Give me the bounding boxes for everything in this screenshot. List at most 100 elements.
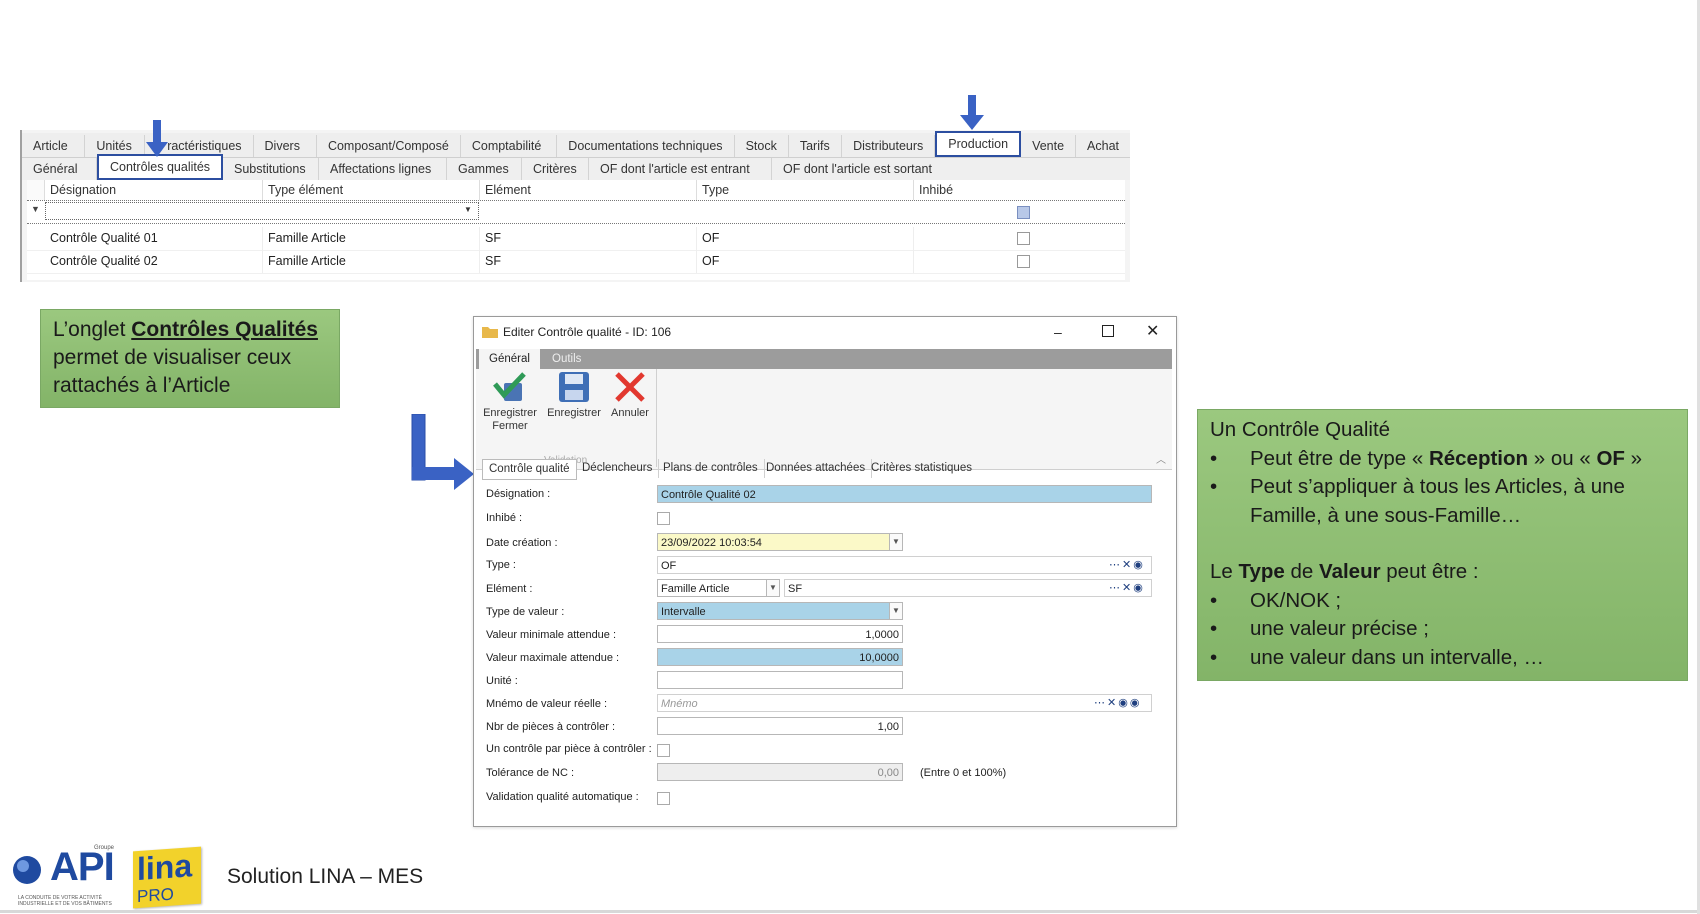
label-unite: Unité : xyxy=(486,675,518,687)
cancel-button[interactable]: Annuler xyxy=(606,371,654,420)
minimize-button[interactable]: – xyxy=(1054,317,1062,347)
tab-production[interactable]: Production xyxy=(935,131,1022,157)
validation-auto-checkbox[interactable] xyxy=(657,792,670,805)
dialog-tabs: Contrôle qualité Déclencheurs Plans de c… xyxy=(482,459,1172,480)
arrow-down-icon xyxy=(146,120,168,157)
element-field-controls[interactable]: ⋯✕◉ xyxy=(1109,581,1145,594)
cell-designation: Contrôle Qualité 02 xyxy=(45,250,263,273)
label-designation: Désignation : xyxy=(486,488,551,500)
note-left-prefix: L’onglet xyxy=(53,318,132,341)
tab-comptabilite[interactable]: Comptabilité xyxy=(461,135,558,157)
element-field[interactable]: SF xyxy=(784,579,1152,597)
note-controle-qualite-types: Un Contrôle Qualité Peut être de type « … xyxy=(1197,409,1688,681)
close-button[interactable]: ✕ xyxy=(1146,317,1159,347)
ribbon-tab-general[interactable]: Général xyxy=(479,349,540,369)
chevron-down-icon[interactable]: ▼ xyxy=(464,205,472,214)
lina-pro-logo: lina PRO xyxy=(133,846,201,909)
subtab-substitutions[interactable]: Substitutions xyxy=(223,158,319,180)
mnemo-field[interactable]: Mnémo xyxy=(657,694,1152,712)
tab-documentations-techniques[interactable]: Documentations techniques xyxy=(557,135,735,157)
ribbon-tab-outils[interactable]: Outils xyxy=(542,349,591,369)
tab-vente[interactable]: Vente xyxy=(1021,135,1077,157)
note-right-item: une valeur précise ; xyxy=(1210,615,1675,644)
unite-field[interactable] xyxy=(657,671,903,689)
mnemo-field-controls[interactable]: ⋯✕◉◉ xyxy=(1094,696,1141,709)
chevron-down-icon[interactable]: ▼ xyxy=(766,580,779,596)
designation-field[interactable]: Contrôle Qualité 02 xyxy=(657,485,1152,503)
logo-groupe-text: Groupe xyxy=(94,845,115,851)
valeur-minimale-field[interactable]: 1,0000 xyxy=(657,625,903,643)
save-close-icon xyxy=(493,372,526,401)
label-type-de-valeur: Type de valeur : xyxy=(486,606,565,618)
globe-icon xyxy=(13,856,41,884)
subtab-criteres[interactable]: Critères xyxy=(522,158,589,180)
column-header-designation[interactable]: Désignation xyxy=(45,180,263,200)
tab-stock[interactable]: Stock xyxy=(735,135,789,157)
inhibe-checkbox[interactable] xyxy=(657,512,670,525)
folder-icon xyxy=(482,327,498,338)
cell-type: OF xyxy=(697,227,914,250)
subtab-of-entrant[interactable]: OF dont l'article est entrant xyxy=(589,158,772,180)
tab-distributeurs[interactable]: Distributeurs xyxy=(842,135,936,157)
maximize-button[interactable] xyxy=(1102,325,1114,337)
date-creation-field[interactable]: 23/09/2022 10:03:54 ▼ xyxy=(657,533,903,551)
table-row[interactable]: Contrôle Qualité 01 Famille Article SF O… xyxy=(27,227,1125,251)
chevron-down-icon[interactable]: ▼ xyxy=(889,603,902,619)
cell-element: SF xyxy=(480,227,697,250)
filter-inhibe-checkbox[interactable] xyxy=(1017,206,1030,219)
column-header-inhibe[interactable]: Inhibé xyxy=(914,180,1125,200)
tab-article[interactable]: Article xyxy=(22,135,86,157)
filter-designation-input[interactable] xyxy=(45,202,479,220)
tab-plans-de-controles[interactable]: Plans de contrôles xyxy=(657,459,765,478)
tab-controle-qualite[interactable]: Contrôle qualité xyxy=(482,459,577,480)
subtab-gammes[interactable]: Gammes xyxy=(447,158,522,180)
tab-composant-compose[interactable]: Composant/Composé xyxy=(317,135,461,157)
filter-icon: ▼ xyxy=(31,204,40,214)
tab-achat[interactable]: Achat xyxy=(1076,135,1130,157)
cell-inhibe-checkbox[interactable] xyxy=(1017,232,1030,248)
api-logo: API Groupe LA CONDUITE DE VOTRE ACTIVITÉ… xyxy=(10,845,120,909)
cell-type-element: Famille Article xyxy=(263,227,480,250)
note-right-subtitle: Le Type de Valeur peut être : xyxy=(1210,560,1479,583)
note-right-item: OK/NOK ; xyxy=(1210,587,1675,616)
label-mnemo: Mnémo de valeur réelle : xyxy=(486,698,608,710)
type-field-controls[interactable]: ⋯✕◉ xyxy=(1109,558,1145,571)
subtab-general[interactable]: Général xyxy=(22,158,97,180)
label-un-controle-par-piece: Un contrôle par pièce à contrôler : xyxy=(486,743,652,755)
tolerance-field[interactable]: 0,00 xyxy=(657,763,903,781)
label-nbr-pieces: Nbr de pièces à contrôler : xyxy=(486,721,616,733)
label-valeur-maximale: Valeur maximale attendue : xyxy=(486,652,620,664)
column-header-element[interactable]: Elément xyxy=(480,180,697,200)
subtab-of-sortant[interactable]: OF dont l'article est sortant xyxy=(772,158,954,180)
save-button[interactable]: Enregistrer xyxy=(546,371,602,420)
tab-declencheurs[interactable]: Déclencheurs xyxy=(576,459,660,478)
controles-grid: Désignation Type élément Elément Type In… xyxy=(27,180,1125,280)
cell-inhibe-checkbox[interactable] xyxy=(1017,255,1030,271)
row-indicator-header xyxy=(27,180,45,200)
element-type-value: Famille Article xyxy=(661,583,730,595)
save-label: Enregistrer xyxy=(547,407,601,419)
table-row[interactable]: Contrôle Qualité 02 Famille Article SF O… xyxy=(27,250,1125,274)
tab-divers[interactable]: Divers xyxy=(254,135,317,157)
tolerance-hint: (Entre 0 et 100%) xyxy=(920,767,1007,779)
tab-tarifs[interactable]: Tarifs xyxy=(789,135,843,157)
save-close-button[interactable]: Enregistrer Fermer xyxy=(482,371,538,433)
valeur-maximale-field[interactable]: 10,0000 xyxy=(657,648,903,666)
type-de-valeur-select[interactable]: Intervalle ▼ xyxy=(657,602,903,620)
note-right-bullet-1: Peut être de type « Réception » ou « OF … xyxy=(1210,445,1675,474)
cell-designation: Contrôle Qualité 01 xyxy=(45,227,263,250)
column-header-type-element[interactable]: Type élément xyxy=(263,180,480,200)
tab-criteres-statistiques[interactable]: Critères statistiques xyxy=(865,459,978,478)
note-right-item: une valeur dans un intervalle, … xyxy=(1210,644,1675,673)
label-validation-auto: Validation qualité automatique : xyxy=(486,791,639,803)
type-field[interactable]: OF xyxy=(657,556,1152,574)
un-controle-par-piece-checkbox[interactable] xyxy=(657,744,670,757)
label-tolerance: Tolérance de NC : xyxy=(486,767,575,779)
subtab-affectations-lignes[interactable]: Affectations lignes xyxy=(319,158,447,180)
element-type-select[interactable]: Famille Article ▼ xyxy=(657,579,780,597)
tab-donnees-attachees[interactable]: Données attachées xyxy=(760,459,873,478)
nbr-pieces-field[interactable]: 1,00 xyxy=(657,717,903,735)
column-header-type[interactable]: Type xyxy=(697,180,914,200)
logo-api-text: API xyxy=(50,845,115,889)
chevron-down-icon[interactable]: ▼ xyxy=(889,534,902,550)
